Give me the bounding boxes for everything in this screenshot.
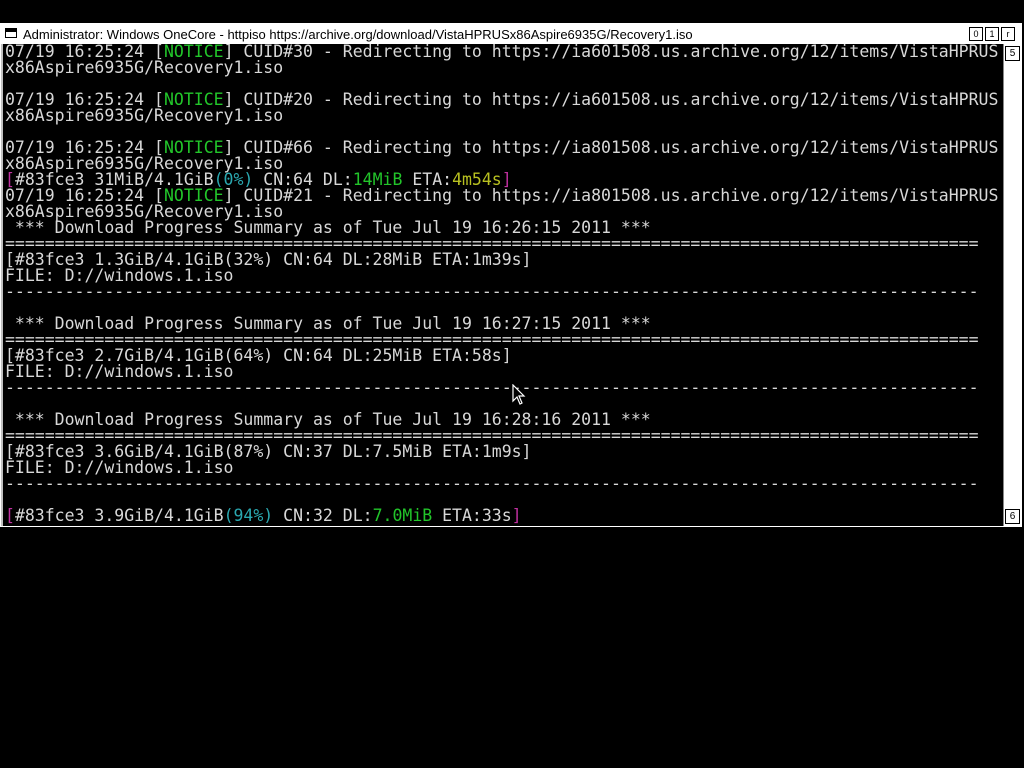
vertical-scrollbar[interactable]: 5 6	[1003, 44, 1021, 526]
log-line: x86Aspire6935G/Recovery1.iso	[5, 58, 284, 77]
title-bar[interactable]: Administrator: Windows OneCore - httpiso…	[1, 24, 1021, 44]
separator-single: ----------------------------------------…	[5, 378, 979, 397]
console-output[interactable]: 07/19 16:25:24 [NOTICE] CUID#30 - Redire…	[3, 44, 1003, 526]
separator-single: ----------------------------------------…	[5, 474, 979, 493]
console-window[interactable]: Administrator: Windows OneCore - httpiso…	[0, 23, 1022, 527]
close-button[interactable]: r	[1001, 27, 1015, 41]
log-line: x86Aspire6935G/Recovery1.iso	[5, 106, 284, 125]
progress-line: [#83fce3 3.9GiB/4.1GiB(94%) CN:32 DL:7.0…	[5, 506, 522, 525]
scroll-down-button[interactable]: 6	[1005, 509, 1020, 524]
console-app-icon[interactable]	[5, 28, 17, 38]
scroll-up-button[interactable]: 5	[1005, 46, 1020, 61]
separator-single: ----------------------------------------…	[5, 282, 979, 301]
window-title: Administrator: Windows OneCore - httpiso…	[23, 27, 693, 42]
maximize-button[interactable]: 1	[985, 27, 999, 41]
minimize-button[interactable]: 0	[969, 27, 983, 41]
mouse-pointer-icon	[512, 384, 526, 405]
